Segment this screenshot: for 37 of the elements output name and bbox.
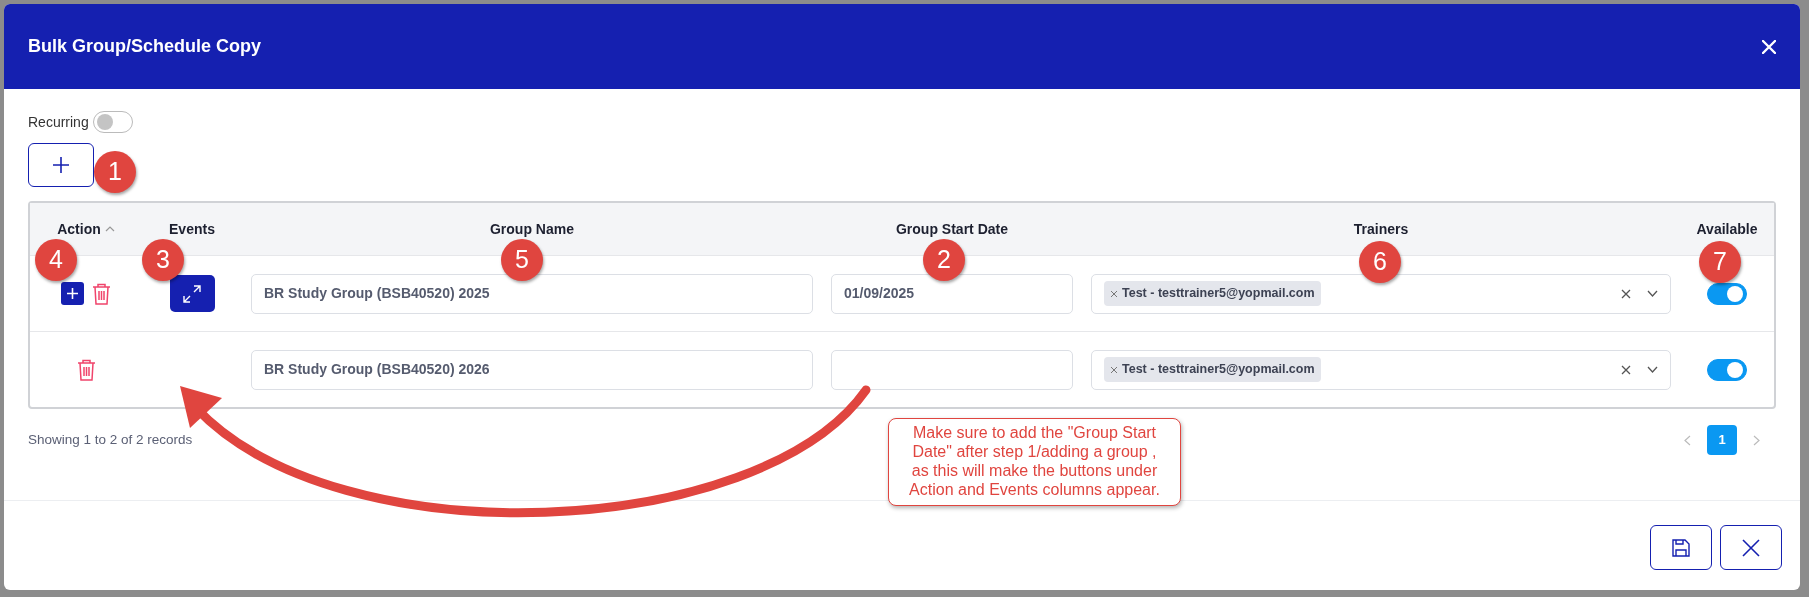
- remove-tag-icon[interactable]: [1110, 289, 1118, 298]
- sort-caret-icon[interactable]: [104, 226, 115, 232]
- add-group-button[interactable]: [28, 143, 94, 187]
- column-header: Events: [169, 219, 215, 239]
- plus-icon[interactable]: [52, 156, 70, 174]
- column-header: Available: [1696, 219, 1758, 239]
- column-header[interactable]: Action: [57, 218, 101, 240]
- trash-icon[interactable]: [92, 282, 111, 305]
- chevron-down-icon[interactable]: [1647, 290, 1658, 297]
- add-row-button[interactable]: [61, 282, 84, 305]
- trainers-select[interactable]: Test - testtrainer5@yopmail.com: [1091, 273, 1671, 314]
- chevron-down-icon[interactable]: [1647, 366, 1658, 373]
- close-icon[interactable]: [1742, 538, 1760, 557]
- column-header: Group Start Date: [896, 219, 1008, 239]
- start-date-field[interactable]: [831, 349, 1073, 390]
- modal-title: Bulk Group/Schedule Copy: [28, 35, 262, 58]
- group-name-field[interactable]: BR Study Group (BSB40520) 2025: [251, 273, 813, 314]
- available-toggle[interactable]: [1707, 358, 1747, 381]
- clear-icon[interactable]: [1621, 364, 1631, 375]
- column-header: Trainers: [1353, 219, 1409, 239]
- trainer-tag[interactable]: Test - testtrainer5@yopmail.com: [1104, 281, 1321, 306]
- trainer-tag[interactable]: Test - testtrainer5@yopmail.com: [1104, 357, 1321, 382]
- expand-icon[interactable]: [183, 284, 201, 303]
- records-summary: Showing 1 to 2 of 2 records: [28, 430, 193, 449]
- trash-icon[interactable]: [76, 358, 96, 381]
- remove-tag-icon[interactable]: [1110, 365, 1118, 374]
- callout-note: Make sure to add the "Group Start Date" after step 1/adding a group , as this will make the buttons under Action and Events columns appear.: [888, 418, 1181, 506]
- column-header: Group Name: [490, 219, 574, 239]
- cancel-button[interactable]: [1720, 525, 1782, 570]
- save-button[interactable]: [1650, 525, 1712, 570]
- trainers-select[interactable]: Test - testtrainer5@yopmail.com: [1091, 349, 1671, 390]
- clear-icon[interactable]: [1621, 288, 1631, 299]
- expand-events-button[interactable]: [169, 275, 215, 312]
- available-toggle[interactable]: [1707, 282, 1747, 305]
- recurring-toggle[interactable]: [92, 111, 133, 133]
- group-name-field[interactable]: BR Study Group (BSB40520) 2026: [251, 349, 813, 390]
- recurring-label: Recurring: [28, 112, 89, 132]
